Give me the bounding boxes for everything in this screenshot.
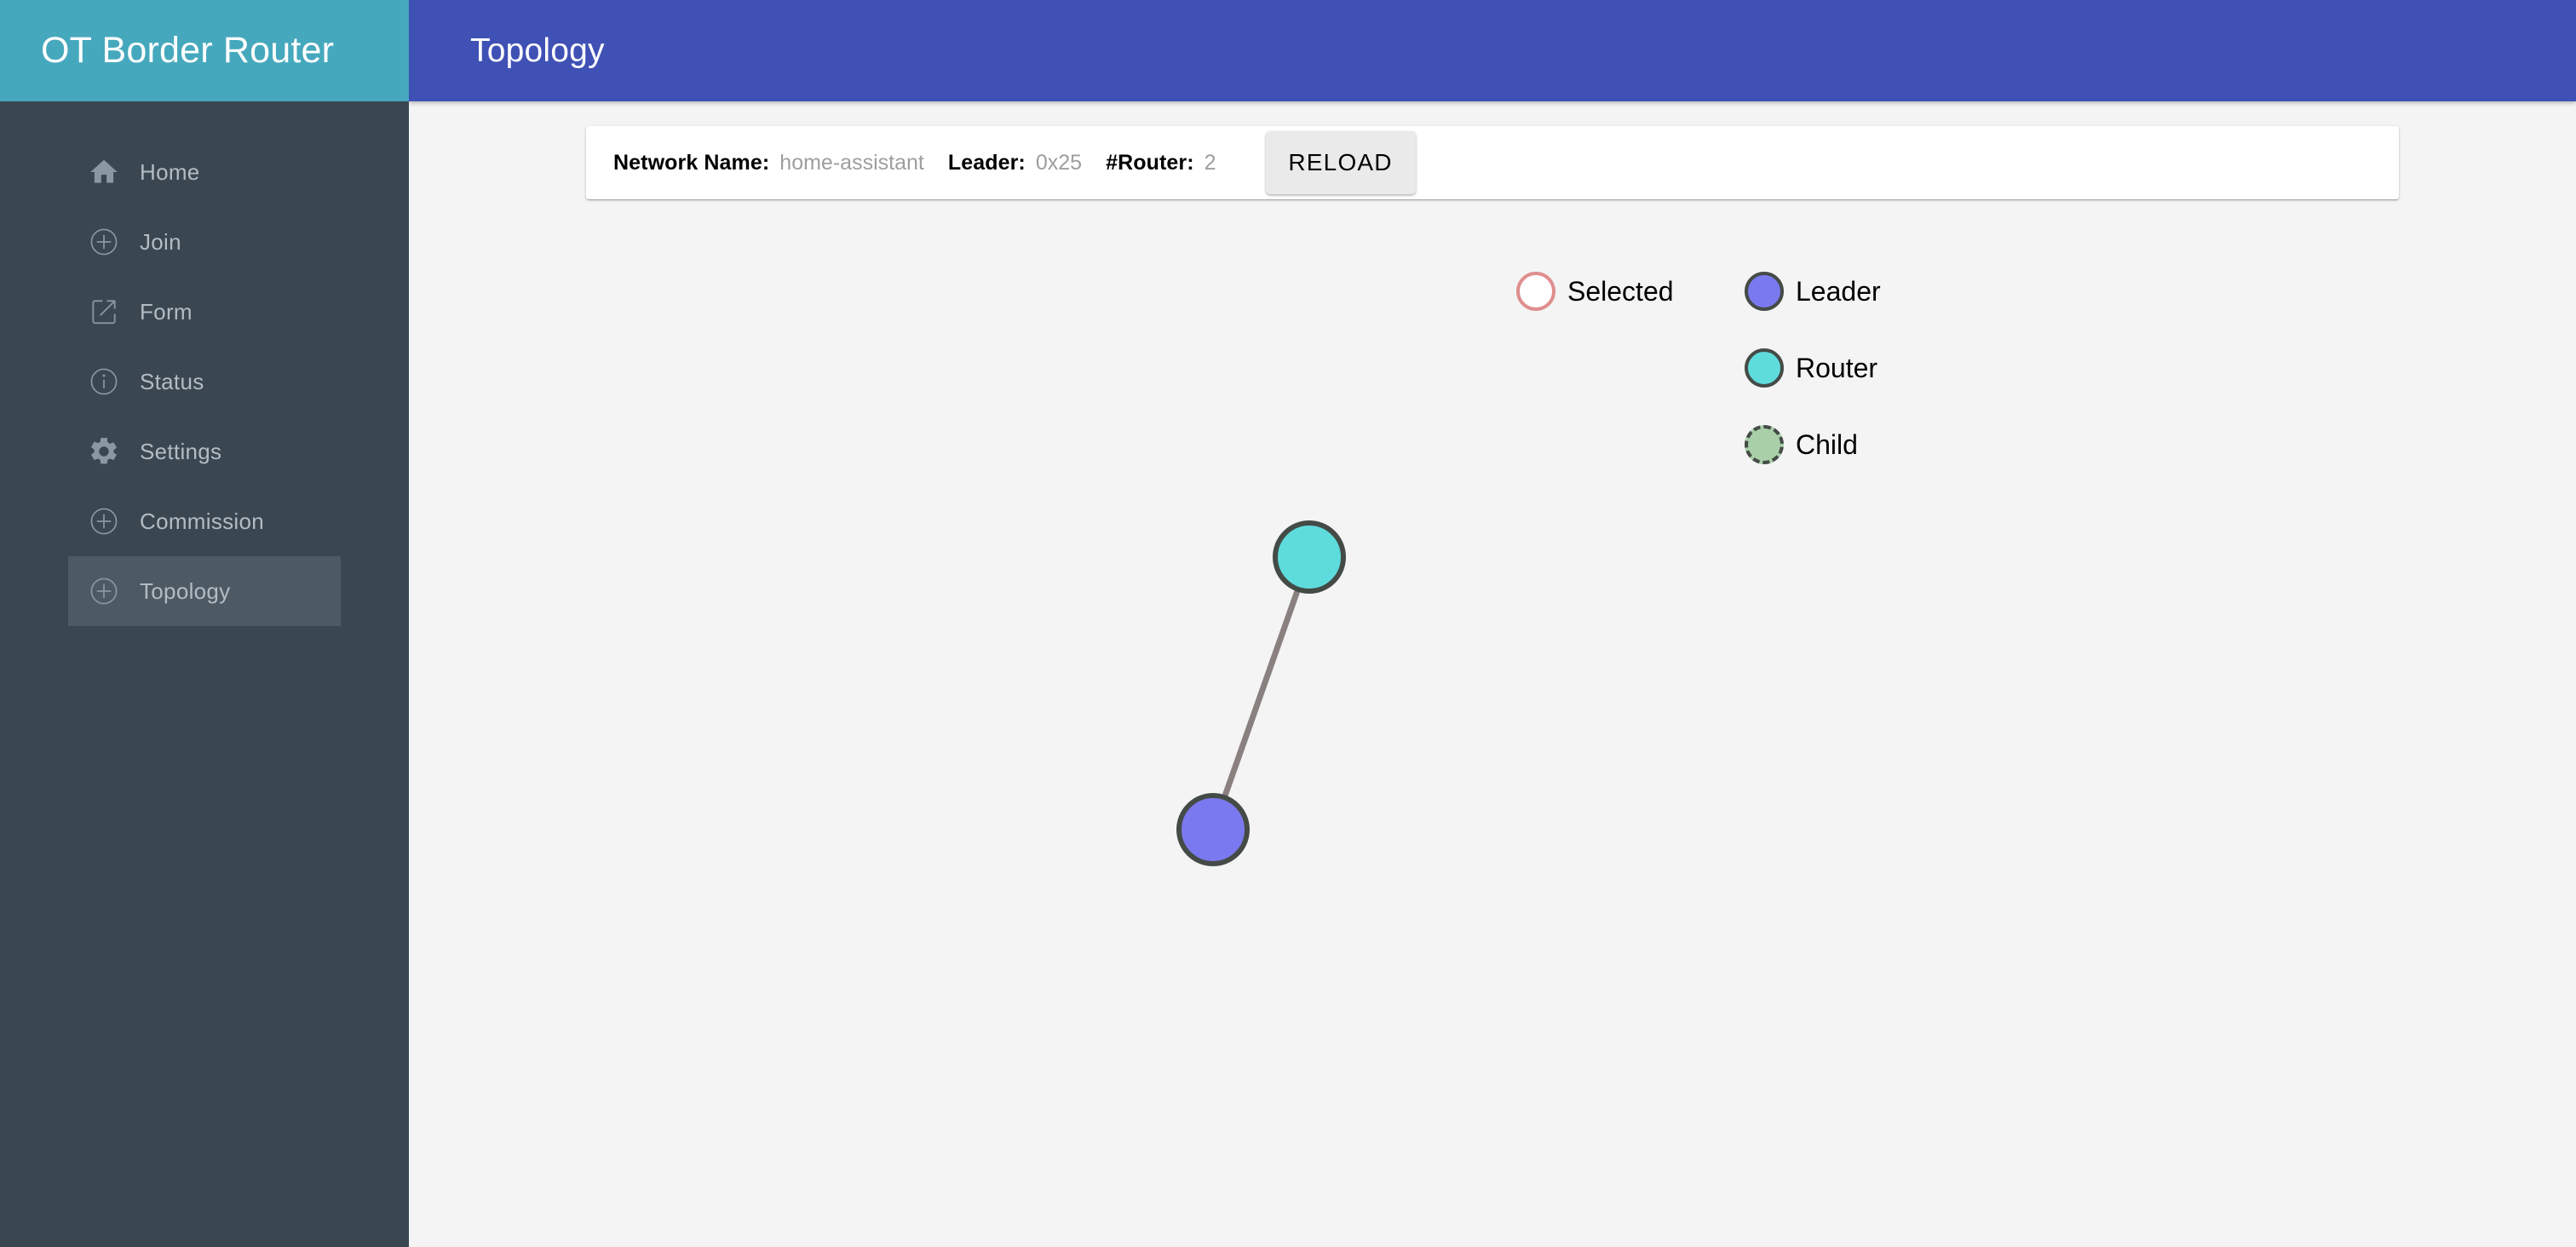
topology-graph[interactable]	[409, 101, 2576, 1247]
sidebar-item-topology[interactable]: Topology	[68, 556, 341, 626]
plus-circle-icon	[68, 575, 140, 607]
home-icon	[68, 156, 140, 188]
sidebar-item-home[interactable]: Home	[68, 137, 341, 207]
open-in-new-icon	[68, 296, 140, 328]
sidebar-item-join[interactable]: Join	[68, 207, 341, 277]
sidebar-item-label: Commission	[140, 508, 265, 534]
sidebar-item-label: Topology	[140, 578, 231, 604]
sidebar-item-label: Settings	[140, 438, 222, 464]
top-app-bar: Topology	[409, 0, 2576, 101]
sidebar-item-settings[interactable]: Settings	[68, 417, 341, 486]
sidebar-item-commission[interactable]: Commission	[68, 486, 341, 556]
gear-icon	[68, 435, 140, 468]
brand-title: OT Border Router	[41, 30, 335, 71]
app-root: OT Border Router Home Join Form Status S…	[0, 0, 2576, 1247]
plus-circle-icon	[68, 505, 140, 537]
graph-node-leader[interactable]	[1176, 793, 1250, 866]
sidebar: OT Border Router Home Join Form Status S…	[0, 0, 409, 1247]
sidebar-item-form[interactable]: Form	[68, 277, 341, 347]
sidebar-item-label: Status	[140, 368, 204, 394]
graph-link	[1210, 555, 1313, 831]
sidebar-nav: Home Join Form Status Settings Commissio…	[0, 101, 409, 626]
sidebar-item-label: Form	[140, 298, 193, 325]
graph-links	[1210, 555, 1313, 831]
sidebar-item-label: Home	[140, 158, 200, 185]
sidebar-item-label: Join	[140, 228, 181, 255]
sidebar-item-status[interactable]: Status	[68, 347, 341, 417]
brand-header: OT Border Router	[0, 0, 409, 101]
page-title: Topology	[470, 32, 605, 69]
graph-node-router[interactable]	[1273, 520, 1346, 594]
plus-circle-icon	[68, 226, 140, 258]
main-content: Network Name: home-assistant Leader: 0x2…	[409, 101, 2576, 1247]
info-circle-icon	[68, 365, 140, 398]
